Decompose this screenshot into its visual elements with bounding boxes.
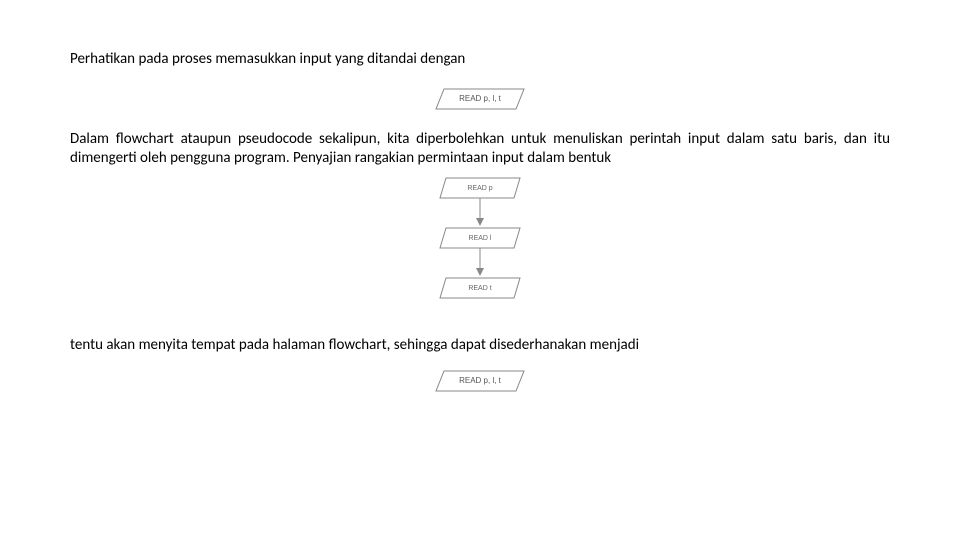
figure-simplified-read: READ p, l, t: [70, 366, 890, 398]
node-label: READ p, l, t: [459, 94, 502, 103]
node-a-label: READ p: [467, 185, 492, 192]
figure-three-reads: READ p READ l READ t: [70, 172, 890, 322]
node-b-label: READ l: [469, 235, 492, 242]
paragraph-1: Perhatikan pada proses memasukkan input …: [70, 50, 890, 68]
paragraph-2: Dalam flowchart ataupun pseudocode sekal…: [70, 130, 890, 168]
node-c-label: READ t: [468, 285, 491, 292]
node-label: READ p, l, t: [459, 376, 502, 385]
document-page: Perhatikan pada proses memasukkan input …: [0, 0, 960, 418]
paragraph-3: tentu akan menyita tempat pada halaman f…: [70, 336, 890, 354]
figure-single-read: READ p, l, t: [70, 84, 890, 116]
